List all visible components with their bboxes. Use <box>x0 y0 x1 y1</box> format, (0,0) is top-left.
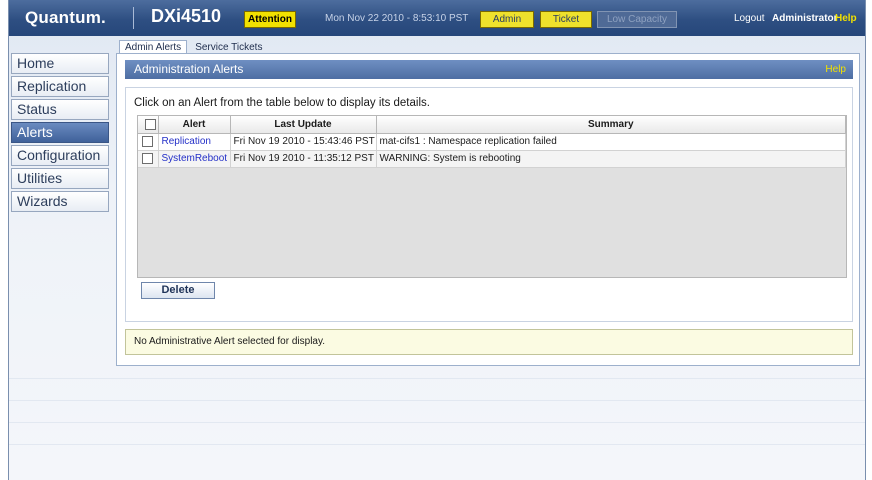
select-all-checkbox[interactable] <box>144 118 156 130</box>
delete-button[interactable]: Delete <box>141 282 215 299</box>
row-select-cell <box>138 150 159 168</box>
instructions-text: Click on an Alert from the table below t… <box>134 97 430 109</box>
row-checkbox[interactable] <box>142 135 153 147</box>
subtabs: Admin Alerts Service Tickets <box>119 40 267 54</box>
sidebar-item-home[interactable]: Home <box>11 53 109 74</box>
attention-badge[interactable]: Attention <box>244 11 296 28</box>
low-capacity-button: Low Capacity <box>597 11 677 28</box>
table-row[interactable]: SystemReboot Fri Nov 19 2010 - 11:35:12 … <box>138 150 846 168</box>
tab-admin-alerts[interactable]: Admin Alerts <box>119 40 188 54</box>
column-header-summary[interactable]: Summary <box>376 116 846 134</box>
app-frame: Quantum. DXi4510 Attention Mon Nov 22 20… <box>8 0 866 480</box>
background-divider <box>9 444 865 445</box>
background-divider <box>9 400 865 401</box>
header-divider <box>133 7 134 29</box>
sidebar-item-wizards[interactable]: Wizards <box>11 191 109 212</box>
sidebar-item-configuration[interactable]: Configuration <box>11 145 109 166</box>
select-all-cell <box>138 116 159 134</box>
ticket-button[interactable]: Ticket <box>540 11 592 28</box>
summary-cell: WARNING: System is rebooting <box>376 150 846 168</box>
alert-detail-box: No Administrative Alert selected for dis… <box>125 329 853 355</box>
alerts-table-container: Alert Last Update Summary Replication Fr… <box>137 115 847 278</box>
alert-link[interactable]: Replication <box>162 136 211 147</box>
background-divider <box>9 422 865 423</box>
panel-help-link[interactable]: Help <box>825 60 846 79</box>
system-datetime: Mon Nov 22 2010 - 8:53:10 PST <box>325 13 469 24</box>
model-name: DXi4510 <box>151 6 222 26</box>
quantum-logo: Quantum. <box>25 8 106 27</box>
alert-name-cell: SystemReboot <box>158 150 231 168</box>
alert-link[interactable]: SystemReboot <box>162 153 228 164</box>
row-select-cell <box>138 133 159 151</box>
last-update-cell: Fri Nov 19 2010 - 15:43:46 PST <box>230 133 377 151</box>
table-header-row: Alert Last Update Summary <box>138 116 846 134</box>
alert-name-cell: Replication <box>158 133 231 151</box>
admin-button[interactable]: Admin <box>480 11 534 28</box>
panel-title-bar: Administration Alerts Help <box>125 60 853 79</box>
sidebar-item-utilities[interactable]: Utilities <box>11 168 109 189</box>
sidebar-item-alerts[interactable]: Alerts <box>11 122 109 143</box>
sidebar-item-replication[interactable]: Replication <box>11 76 109 97</box>
table-row[interactable]: Replication Fri Nov 19 2010 - 15:43:46 P… <box>138 133 846 151</box>
alerts-table: Alert Last Update Summary Replication Fr… <box>138 116 846 168</box>
summary-cell: mat-cifs1 : Namespace replication failed <box>376 133 846 151</box>
logout-link[interactable]: Logout <box>734 13 765 24</box>
help-link[interactable]: Help <box>835 13 857 24</box>
column-header-alert[interactable]: Alert <box>158 116 231 134</box>
alerts-content: Click on an Alert from the table below t… <box>125 87 853 322</box>
current-user: Administrator <box>772 13 838 24</box>
sidebar-nav: Home Replication Status Alerts Configura… <box>11 53 111 214</box>
column-header-last-update[interactable]: Last Update <box>230 116 377 134</box>
background-divider <box>9 378 865 379</box>
sidebar-item-status[interactable]: Status <box>11 99 109 120</box>
panel-title: Administration Alerts <box>134 62 244 76</box>
admin-alerts-panel: Administration Alerts Help Click on an A… <box>116 53 860 366</box>
last-update-cell: Fri Nov 19 2010 - 11:35:12 PST <box>230 150 377 168</box>
top-header: Quantum. DXi4510 Attention Mon Nov 22 20… <box>9 0 865 36</box>
row-checkbox[interactable] <box>142 152 153 164</box>
